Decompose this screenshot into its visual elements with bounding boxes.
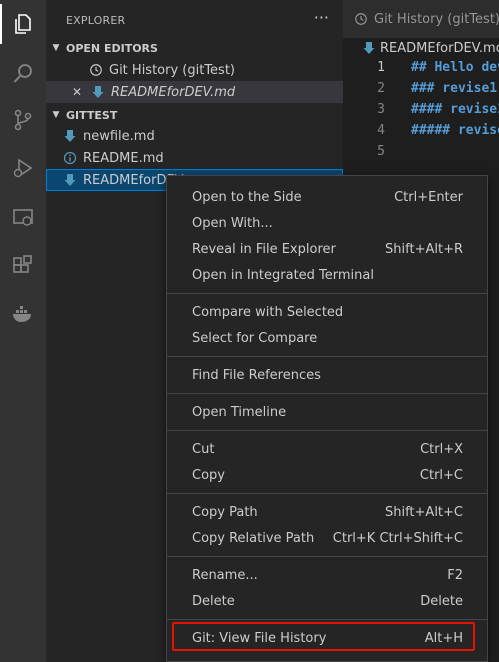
highlight-annotation-box (172, 622, 475, 651)
menu-item-label: Copy Path (192, 504, 258, 520)
line-number: 4 (377, 123, 385, 138)
menu-separator (167, 293, 487, 294)
menu-item-label: Compare with Selected (192, 304, 344, 320)
info-icon (62, 150, 78, 166)
code-line: ## Hello dev (411, 60, 499, 75)
files-icon[interactable] (0, 4, 46, 44)
file-newfile[interactable]: newfile.md (46, 125, 343, 147)
extensions-icon[interactable] (0, 246, 46, 286)
line-number: 5 (377, 144, 385, 159)
menu-cut[interactable]: Cut Ctrl+X (167, 436, 487, 462)
menu-copy-relative-path[interactable]: Copy Relative Path Ctrl+K Ctrl+Shift+C (167, 525, 487, 551)
markdown-file-icon (90, 84, 106, 100)
menu-separator (167, 356, 487, 357)
breadcrumb[interactable]: READMEforDEV.md (343, 38, 499, 58)
menu-separator (167, 493, 487, 494)
editor-tabs: Git History (gitTest) (343, 0, 499, 38)
menu-separator (167, 619, 487, 620)
chevron-down-icon: ▼ (52, 43, 60, 53)
menu-item-shortcut: Ctrl+C (419, 467, 463, 483)
menu-reveal-in-explorer[interactable]: Reveal in File Explorer Shift+Alt+R (167, 236, 487, 262)
code-line: ### revise1 (411, 81, 498, 96)
search-icon[interactable] (0, 54, 46, 94)
open-editors-label: OPEN EDITORS (66, 41, 158, 55)
menu-item-label: Delete (192, 593, 235, 609)
line-number: 2 (377, 81, 385, 96)
menu-item-shortcut: F2 (447, 567, 463, 583)
menu-item-shortcut: Ctrl+X (420, 441, 463, 457)
menu-separator (167, 430, 487, 431)
menu-copy[interactable]: Copy Ctrl+C (167, 462, 487, 488)
open-editor-label: READMEforDEV.md (111, 84, 236, 100)
file-label: README.md (83, 150, 164, 166)
menu-open-to-side[interactable]: Open to the Side Ctrl+Enter (167, 184, 487, 210)
breadcrumb-label: READMEforDEV.md (380, 40, 499, 56)
menu-item-label: Open in Integrated Terminal (192, 267, 374, 283)
more-actions-icon[interactable]: ··· (314, 8, 329, 27)
docker-icon[interactable] (0, 294, 46, 334)
line-number: 3 (377, 102, 385, 117)
history-icon (354, 12, 368, 26)
history-icon (88, 62, 104, 78)
menu-rename[interactable]: Rename... F2 (167, 562, 487, 588)
context-menu: Open to the Side Ctrl+Enter Open With...… (166, 175, 488, 662)
menu-find-file-references[interactable]: Find File References (167, 362, 487, 388)
remote-explorer-icon[interactable] (0, 198, 46, 238)
menu-item-shortcut: Delete (420, 593, 463, 609)
menu-copy-path[interactable]: Copy Path Shift+Alt+C (167, 499, 487, 525)
open-editor-label: Git History (gitTest) (109, 62, 236, 78)
menu-item-shortcut: Shift+Alt+C (384, 504, 463, 520)
menu-item-shortcut: Ctrl+K Ctrl+Shift+C (332, 530, 463, 546)
menu-open-timeline[interactable]: Open Timeline (167, 399, 487, 425)
activity-bar (0, 0, 46, 662)
menu-item-label: Reveal in File Explorer (192, 241, 336, 257)
tab-label: Git History (gitTest) (374, 11, 499, 27)
chevron-down-icon: ▼ (52, 110, 60, 120)
open-editors-header[interactable]: ▼ OPEN EDITORS (46, 37, 343, 59)
markdown-file-icon (62, 172, 78, 188)
workspace-label: GITTEST (66, 108, 118, 122)
source-control-icon[interactable] (0, 100, 46, 140)
menu-delete[interactable]: Delete Delete (167, 588, 487, 614)
markdown-file-icon (62, 128, 78, 144)
markdown-file-icon (363, 41, 375, 55)
tab-git-history[interactable]: Git History (gitTest) (343, 0, 499, 38)
menu-compare-with-selected[interactable]: Compare with Selected (167, 299, 487, 325)
menu-item-label: Copy (192, 467, 225, 483)
menu-item-label: Open to the Side (192, 189, 302, 205)
menu-item-shortcut: Ctrl+Enter (394, 189, 463, 205)
file-label: newfile.md (83, 128, 155, 144)
menu-item-label: Rename... (192, 567, 258, 583)
open-editor-readmefordev[interactable]: ✕ READMEforDEV.md (46, 81, 343, 103)
menu-item-shortcut: Shift+Alt+R (385, 241, 463, 257)
menu-open-with[interactable]: Open With... (167, 210, 487, 236)
menu-item-label: Open Timeline (192, 404, 287, 420)
sidebar-title: EXPLORER (66, 14, 126, 27)
code-line: #### revise1 (411, 102, 499, 117)
menu-item-label: Cut (192, 441, 215, 457)
menu-item-label: Select for Compare (192, 330, 318, 346)
code-line: ##### revise (411, 123, 499, 138)
menu-item-label: Open With... (192, 215, 273, 231)
menu-separator (167, 393, 487, 394)
menu-item-label: Copy Relative Path (192, 530, 315, 546)
menu-open-in-terminal[interactable]: Open in Integrated Terminal (167, 262, 487, 288)
file-readme[interactable]: README.md (46, 147, 343, 169)
menu-separator (167, 556, 487, 557)
close-icon[interactable]: ✕ (72, 85, 88, 99)
run-debug-icon[interactable] (0, 148, 46, 188)
open-editor-git-history[interactable]: Git History (gitTest) (46, 59, 343, 81)
workspace-header[interactable]: ▼ GITTEST (46, 104, 343, 126)
menu-select-for-compare[interactable]: Select for Compare (167, 325, 487, 351)
menu-item-label: Find File References (192, 367, 321, 383)
line-number: 1 (377, 60, 385, 75)
